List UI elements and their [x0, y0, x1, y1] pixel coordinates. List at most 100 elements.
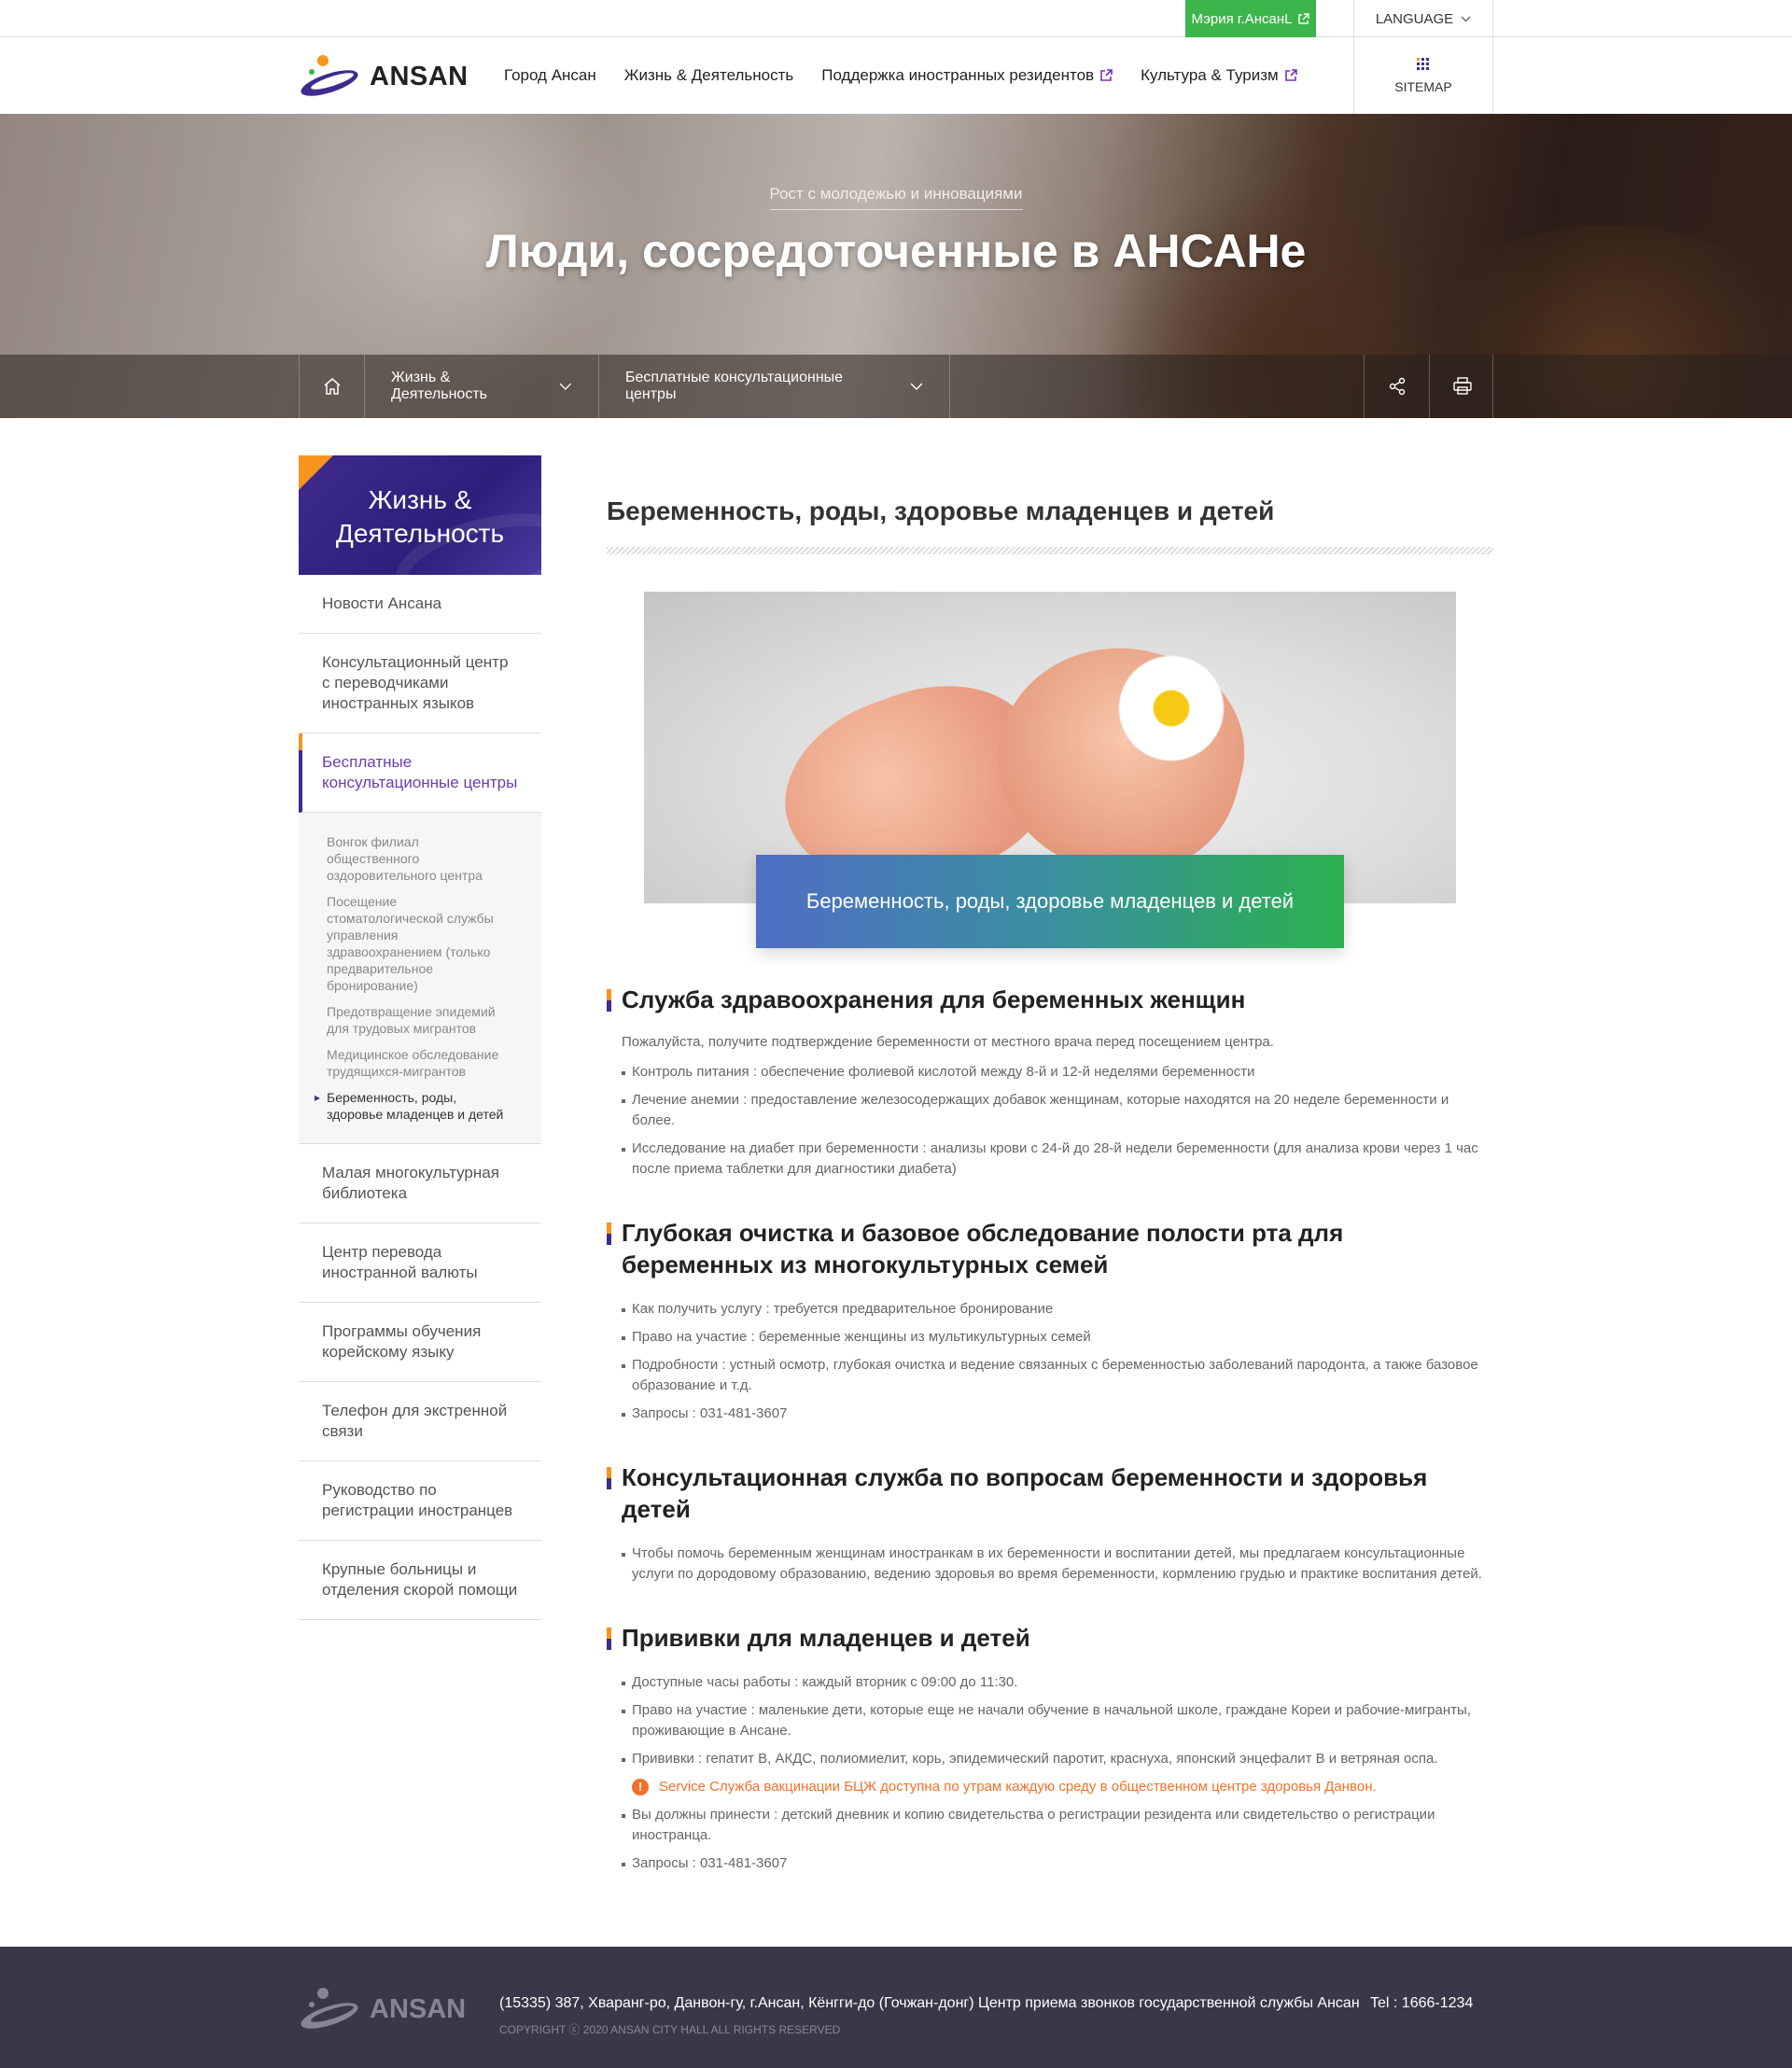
- nav-item-city-ansan[interactable]: Город Ансан: [504, 66, 596, 85]
- sidebar: Жизнь & Деятельность Новости Ансана Конс…: [299, 455, 541, 1620]
- footer-tel: Tel : 1666-1234: [1370, 1995, 1474, 2011]
- nav-item-life-activity[interactable]: Жизнь & Деятельность: [624, 66, 793, 85]
- list-item: Контроль питания : обеспечение фолиевой …: [622, 1062, 1493, 1083]
- site-header: ANSAN Город Ансан Жизнь & Деятельность П…: [0, 37, 1792, 114]
- breadcrumb-label: Бесплатные консультационные центры: [625, 370, 844, 402]
- main-navigation: Город Ансан Жизнь & Деятельность Поддерж…: [504, 37, 1297, 114]
- submenu-item-epidemic-prevention[interactable]: Предотвращение эпидемий для трудовых миг…: [327, 1003, 513, 1037]
- top-utility-bar: Мэрия г.АнсанL LANGUAGE: [0, 0, 1792, 37]
- list-item: Право на участие : маленькие дети, котор…: [622, 1700, 1493, 1741]
- submenu-item-dental-service[interactable]: Посещение стоматологической службы управ…: [327, 893, 513, 994]
- nav-item-culture-tourism[interactable]: Культура & Туризм: [1141, 66, 1297, 85]
- section-body: Пожалуйста, получите подтверждение берем…: [607, 1032, 1493, 1180]
- share-button[interactable]: [1364, 355, 1429, 418]
- section-intro: Пожалуйста, получите подтверждение берем…: [622, 1034, 1274, 1050]
- daisy-flower: [1111, 648, 1232, 769]
- corner-accent: [299, 455, 334, 499]
- ansan-logo-mark-icon: [301, 55, 358, 96]
- sidebar-item-korean-programs[interactable]: Программы обучения корейскому языку: [299, 1303, 541, 1382]
- footer-address: (15335) 387, Хваранг-ро, Данвон-гу, г.Ан…: [499, 1995, 1360, 2011]
- language-selector[interactable]: LANGUAGE: [1353, 0, 1493, 37]
- sidebar-item-interpreter-center[interactable]: Консультационный центр с переводчиками и…: [299, 634, 541, 734]
- nav-item-foreign-residents[interactable]: Поддержка иностранных резидентов: [821, 66, 1113, 85]
- section-list: Как получить услугу : требуется предвари…: [622, 1299, 1493, 1424]
- nav-label: Поддержка иностранных резидентов: [821, 66, 1095, 84]
- main-content: Беременность, роды, здоровье младенцев и…: [607, 455, 1493, 1881]
- sidebar-submenu: Вонгок филиал общественного оздоровитель…: [299, 813, 541, 1144]
- nav-label: Культура & Туризм: [1141, 66, 1279, 84]
- external-link-icon: [1298, 12, 1310, 24]
- page-title: Беременность, роды, здоровье младенцев и…: [607, 496, 1275, 525]
- list-item: Чтобы помочь беременным женщинам иностра…: [622, 1544, 1493, 1585]
- feature-image-block: Беременность, роды, здоровье младенцев и…: [607, 592, 1493, 965]
- title-divider: [607, 547, 1493, 554]
- submenu-item-medical-checkup[interactable]: Медицинское обследование трудящихся-мигр…: [327, 1046, 513, 1080]
- logo-text: ANSAN: [370, 61, 469, 91]
- sidebar-item-emergency-phone[interactable]: Телефон для экстренной связи: [299, 1382, 541, 1461]
- home-button[interactable]: [300, 355, 365, 418]
- hero-title: Люди, сосредоточенные в АНСАНе: [485, 225, 1307, 277]
- section-body: Как получить услугу : требуется предвари…: [607, 1299, 1493, 1424]
- language-label: LANGUAGE: [1375, 10, 1454, 27]
- submenu-item-wongok-branch[interactable]: Вонгок филиал общественного оздоровитель…: [327, 833, 513, 884]
- section-list: Чтобы помочь беременным женщинам иностра…: [622, 1544, 1493, 1585]
- photo-caption: Беременность, роды, здоровье младенцев и…: [756, 855, 1344, 948]
- section-title: Прививки для младенцев и детей: [607, 1622, 1493, 1654]
- list-item: Доступные часы работы : каждый вторник с…: [622, 1672, 1493, 1693]
- chevron-down-icon: [910, 383, 923, 390]
- sidebar-title: Жизнь & Деятельность: [299, 455, 541, 575]
- sidebar-item-library[interactable]: Малая многокультурная библиотека: [299, 1144, 541, 1223]
- section-list: Доступные часы работы : каждый вторник с…: [622, 1672, 1493, 1874]
- nav-label: Город Ансан: [504, 66, 596, 84]
- list-item: Вы должны принести : детский дневник и к…: [622, 1805, 1493, 1846]
- hero-subtitle: Рост с молодежью и инновациями: [0, 185, 1792, 210]
- sidebar-menu: Новости Ансана Консультационный центр с …: [299, 575, 541, 813]
- print-button[interactable]: [1429, 355, 1494, 418]
- breadcrumb-level2[interactable]: Бесплатные консультационные центры: [599, 355, 950, 418]
- ansan-logo-mark-icon: [301, 1988, 358, 2029]
- sidebar-menu-continued: Малая многокультурная библиотека Центр п…: [299, 1144, 541, 1620]
- list-item: Запросы : 031-481-3607: [622, 1853, 1493, 1874]
- list-item: Право на участие : беременные женщины из…: [622, 1327, 1493, 1348]
- chevron-down-icon: [559, 383, 572, 390]
- section-title: Глубокая очистка и базовое обследование …: [607, 1217, 1493, 1280]
- section-dental-care: Глубокая очистка и базовое обследование …: [607, 1217, 1493, 1424]
- list-item: Подробности : устный осмотр, глубокая оч…: [622, 1355, 1493, 1396]
- list-item: Как получить услугу : требуется предвари…: [622, 1299, 1493, 1320]
- hero-subtitle-text: Рост с молодежью и инновациями: [769, 185, 1023, 210]
- breadcrumb: Жизнь & Деятельность Бесплатные консульт…: [0, 355, 1792, 418]
- breadcrumb-label: Жизнь & Деятельность: [391, 370, 487, 402]
- sidebar-item-registration-guide[interactable]: Руководство по регистрации иностранцев: [299, 1461, 541, 1541]
- ansan-logo[interactable]: ANSAN: [299, 53, 469, 100]
- section-title: Служба здравоохранения для беременных же…: [607, 984, 1493, 1015]
- external-link-icon: [1100, 69, 1113, 81]
- section-body: Чтобы помочь беременным женщинам иностра…: [607, 1544, 1493, 1585]
- grid-icon: [1417, 58, 1429, 70]
- sidebar-item-ansan-news[interactable]: Новости Ансана: [299, 575, 541, 634]
- footer-logo: ANSAN: [299, 1986, 466, 2033]
- city-hall-label: Мэрия г.АнсанL: [1191, 10, 1293, 27]
- sidebar-item-free-consultation[interactable]: Бесплатные консультационные центры: [299, 734, 541, 813]
- footer-copyright: COPYRIGHT ⓒ 2020 ANSAN CITY HALL ALL RIG…: [499, 2023, 841, 2036]
- site-footer: ANSAN (15335) 387, Хваранг-ро, Данвон-гу…: [0, 1947, 1792, 2068]
- city-hall-link[interactable]: Мэрия г.АнсанL: [1185, 0, 1316, 37]
- share-icon: [1389, 377, 1405, 396]
- notice-text: Service Служба вакцинации БЦЖ доступна п…: [659, 1779, 1377, 1795]
- list-item: Запросы : 031-481-3607: [622, 1404, 1493, 1424]
- warning-icon: !: [632, 1779, 649, 1796]
- section-vaccinations: Прививки для младенцев и детей Доступные…: [607, 1622, 1493, 1874]
- list-item: Исследование на диабет при беременности …: [622, 1139, 1493, 1180]
- section-consultation-service: Консультационная служба по вопросам бере…: [607, 1461, 1493, 1585]
- section-title: Консультационная служба по вопросам бере…: [607, 1461, 1493, 1525]
- nav-label: Жизнь & Деятельность: [623, 66, 794, 84]
- sidebar-item-currency-center[interactable]: Центр перевода иностранной валюты: [299, 1223, 541, 1303]
- breadcrumb-level1[interactable]: Жизнь & Деятельность: [365, 355, 599, 418]
- breadcrumb-inner: Жизнь & Деятельность Бесплатные консульт…: [299, 355, 1493, 418]
- sitemap-button[interactable]: SITEMAP: [1353, 37, 1493, 114]
- section-pregnant-health-service: Служба здравоохранения для беременных же…: [607, 984, 1493, 1180]
- home-icon: [324, 378, 340, 395]
- section-list: Контроль питания : обеспечение фолиевой …: [622, 1062, 1493, 1180]
- sidebar-item-hospitals[interactable]: Крупные больницы и отделения скорой помо…: [299, 1541, 541, 1620]
- submenu-item-pregnancy-health[interactable]: Беременность, роды, здоровье младенцев и…: [315, 1089, 513, 1123]
- print-icon: [1452, 377, 1472, 395]
